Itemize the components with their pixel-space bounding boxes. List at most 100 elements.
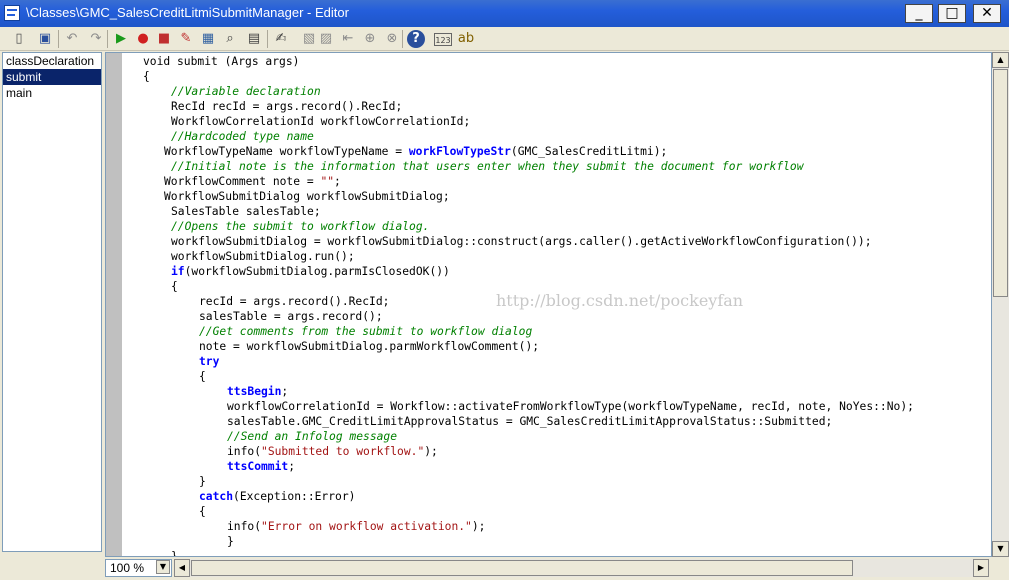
code-style-button[interactable]: ab — [457, 30, 475, 48]
properties-icon: ▤ — [247, 31, 261, 46]
code-line: workflowSubmitDialog.run(); — [171, 249, 355, 264]
replace-button[interactable]: ⊗ — [383, 30, 401, 48]
code-line: //Initial note is the information that u… — [171, 159, 804, 174]
find-button[interactable]: ⊕ — [361, 30, 379, 48]
code-token: ttsBegin — [227, 385, 282, 398]
code-line: WorkflowTypeName workflowTypeName = work… — [164, 144, 667, 159]
code-line: { — [171, 279, 178, 294]
scroll-up-button[interactable]: ▲ — [992, 52, 1009, 68]
code-token: WorkflowSubmitDialog workflowSubmitDialo… — [164, 190, 450, 203]
horizontal-scroll-thumb[interactable] — [191, 560, 853, 576]
undo-button[interactable]: ↶ — [63, 30, 81, 48]
code-token: { — [199, 370, 206, 383]
code-line: //Opens the submit to workflow dialog. — [171, 219, 429, 234]
code-line: WorkflowComment note = ""; — [164, 174, 341, 189]
code-token: note = workflowSubmitDialog.parmWorkflow… — [199, 340, 540, 353]
vertical-scrollbar[interactable]: ▲ ▼ — [992, 52, 1009, 557]
run-icon: ▶ — [116, 31, 126, 46]
toolbar-separator — [58, 30, 59, 48]
code-token: recId = args.record().RecId; — [199, 295, 390, 308]
compile-icon: ▦ — [201, 31, 215, 46]
code-token: "Submitted to workflow." — [261, 445, 425, 458]
code-token: (workflowSubmitDialog.parmIsClosedOK()) — [184, 265, 450, 278]
code-token: workflowCorrelationId = Workflow::activa… — [227, 400, 914, 413]
code-line: if(workflowSubmitDialog.parmIsClosedOK()… — [171, 264, 450, 279]
code-token: salesTable.GMC_CreditLimitApprovalStatus… — [227, 415, 833, 428]
toggle-breakpoint-button[interactable]: ✎ — [177, 30, 195, 48]
remove-breakpoints-icon: ■ — [157, 31, 171, 46]
code-token: ; — [334, 175, 341, 188]
comment-button[interactable]: ▧ — [300, 30, 318, 48]
code-line: ttsCommit; — [227, 459, 295, 474]
line-numbers-button[interactable]: 123 — [434, 33, 452, 46]
code-token: SalesTable salesTable; — [171, 205, 321, 218]
code-line: //Variable declaration — [171, 84, 321, 99]
up-arrow-icon: ▲ — [997, 55, 1004, 64]
properties-button[interactable]: ▤ — [245, 30, 263, 48]
scroll-left-button[interactable]: ◀ — [174, 559, 190, 577]
down-arrow-icon: ▼ — [997, 544, 1004, 553]
method-item-main[interactable]: main — [3, 85, 101, 101]
indent-button[interactable]: ⇤ — [339, 30, 357, 48]
code-token: "Error on workflow activation." — [261, 520, 472, 533]
chevron-down-icon: ▼ — [159, 562, 167, 571]
zoom-value: 100 % — [110, 561, 145, 575]
code-token: ); — [424, 445, 438, 458]
save-button[interactable]: ▣ — [36, 30, 54, 48]
code-token: info( — [227, 445, 262, 458]
maximize-icon: □ — [945, 5, 959, 21]
code-token: void submit (Args args) — [143, 55, 300, 68]
watermark: http://blog.csdn.net/pockeyfan — [496, 291, 744, 310]
zoom-dropdown-button[interactable]: ▼ — [156, 560, 170, 574]
code-token: { — [199, 505, 206, 518]
code-line: WorkflowSubmitDialog workflowSubmitDialo… — [164, 189, 450, 204]
lookup-button[interactable]: ⌕ — [221, 30, 239, 48]
code-line: recId = args.record().RecId; — [199, 294, 389, 309]
uncomment-button[interactable]: ▨ — [317, 30, 335, 48]
code-line: } — [199, 474, 206, 489]
redo-button[interactable]: ↷ — [87, 30, 105, 48]
run-button[interactable]: ▶ — [112, 30, 130, 48]
code-line: workflowSubmitDialog = workflowSubmitDia… — [171, 234, 872, 249]
code-token: if — [171, 265, 185, 278]
line-numbers-icon: 123 — [435, 36, 451, 45]
compile-button[interactable]: ▦ — [199, 30, 217, 48]
code-editor[interactable]: void submit (Args args) { //Variable decla… — [105, 52, 992, 557]
editor-gutter — [106, 53, 122, 556]
replace-icon: ⊗ — [386, 31, 398, 46]
code-token: //Opens the submit to workflow dialog. — [171, 220, 430, 233]
script-button[interactable]: ✍ — [272, 30, 290, 48]
code-line: //Get comments from the submit to workfl… — [199, 324, 532, 339]
code-line: workflowCorrelationId = Workflow::activa… — [227, 399, 914, 414]
code-line: { — [199, 504, 206, 519]
code-line: try — [199, 354, 219, 369]
uncomment-icon: ▨ — [319, 31, 333, 46]
method-item-classdeclaration[interactable]: classDeclaration — [3, 53, 101, 69]
code-token: RecId recId = args.record().RecId; — [171, 100, 403, 113]
scroll-down-button[interactable]: ▼ — [992, 541, 1009, 557]
new-button[interactable]: ▯ — [10, 30, 28, 48]
breakpoint-icon: ● — [137, 31, 149, 46]
toolbar-separator — [402, 30, 403, 48]
horizontal-scrollbar[interactable]: ◀ ▶ — [174, 559, 989, 577]
code-token: (Exception::Error) — [233, 490, 356, 503]
minimize-button[interactable]: _ — [905, 4, 933, 23]
code-token: } — [227, 535, 234, 548]
toolbar-separator — [267, 30, 268, 48]
vertical-scroll-thumb[interactable] — [993, 69, 1008, 297]
code-token: (GMC_SalesCreditLitmi); — [510, 145, 668, 158]
code-token: catch — [199, 490, 234, 503]
toggle-breakpoint-icon: ✎ — [180, 31, 192, 46]
method-item-submit[interactable]: submit — [3, 69, 101, 85]
breakpoint-button[interactable]: ● — [134, 30, 152, 48]
scroll-right-button[interactable]: ▶ — [973, 559, 989, 577]
code-token: workflowSubmitDialog = workflowSubmitDia… — [171, 235, 872, 248]
code-token: { — [171, 280, 178, 293]
maximize-button[interactable]: □ — [938, 4, 966, 23]
undo-icon: ↶ — [66, 31, 78, 46]
remove-breakpoints-button[interactable]: ■ — [155, 30, 173, 48]
left-arrow-icon: ◀ — [178, 563, 186, 572]
toolbar-separator — [107, 30, 108, 48]
close-button[interactable]: ✕ — [973, 4, 1001, 23]
help-button[interactable]: ? — [407, 30, 425, 48]
